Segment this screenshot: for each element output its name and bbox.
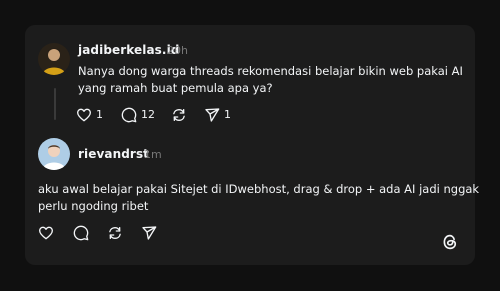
avatar[interactable] <box>38 43 70 75</box>
reply-text-line2: perlu ngoding ribet <box>38 199 149 213</box>
repost-icon <box>173 109 185 121</box>
comment-icon <box>121 107 137 123</box>
comment-icon <box>73 225 89 241</box>
like-button[interactable]: 1 <box>76 107 103 123</box>
reply-repost-button[interactable] <box>107 225 123 241</box>
share-icon <box>205 108 220 122</box>
reply-share-button[interactable] <box>141 225 157 241</box>
reply-comment-button[interactable] <box>73 225 89 241</box>
post-text-line2: yang ramah buat pemula apa ya? <box>78 81 273 95</box>
post-actions: 1 12 1 <box>76 107 276 123</box>
reply-count: 12 <box>141 108 155 121</box>
reply-button[interactable]: 12 <box>121 107 155 123</box>
post-time[interactable]: 20h <box>167 44 188 57</box>
post-username[interactable]: jadiberkelas.id <box>78 43 179 57</box>
reply-text-line1: aku awal belajar pakai Sitejet di IDwebh… <box>38 182 480 196</box>
reply-like-button[interactable] <box>38 225 54 241</box>
share-count: 1 <box>224 108 231 121</box>
heart-icon <box>39 226 53 240</box>
like-count: 1 <box>96 108 103 121</box>
post-text-line1: Nanya dong warga threads rekomendasi bel… <box>78 64 463 78</box>
share-icon <box>142 226 157 240</box>
reply-actions <box>38 225 178 241</box>
thread-line <box>54 88 56 120</box>
reply-avatar[interactable] <box>38 138 70 170</box>
repost-button[interactable] <box>171 107 187 123</box>
heart-icon <box>77 108 91 122</box>
share-button[interactable]: 1 <box>204 107 231 123</box>
reply-username[interactable]: rievandrst <box>78 147 149 161</box>
reply-time[interactable]: 1m <box>144 148 162 161</box>
threads-logo-icon <box>441 233 459 251</box>
repost-icon <box>109 227 121 239</box>
